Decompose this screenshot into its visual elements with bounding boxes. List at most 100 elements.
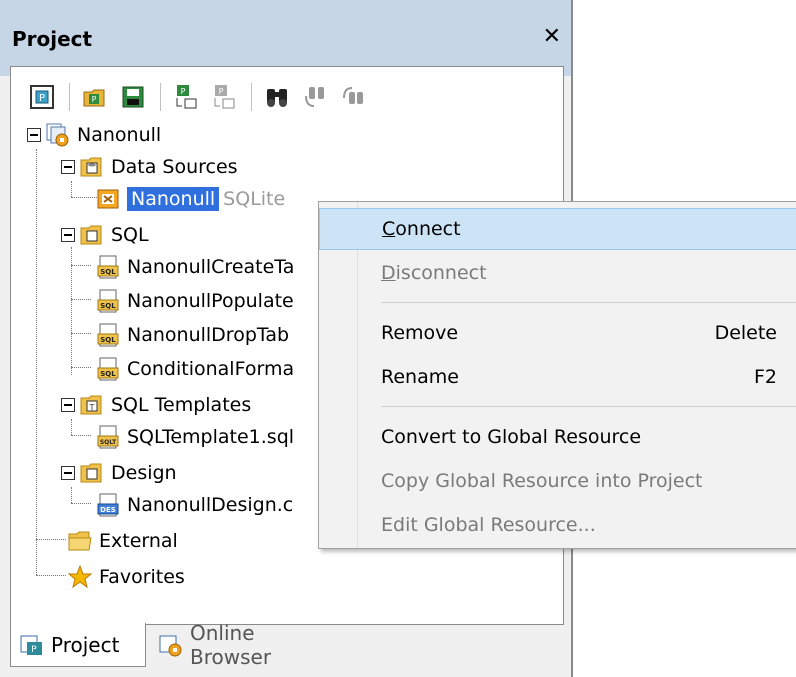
menu-item-copy-global-resource[interactable]: Copy Global Resource into Project [319, 460, 796, 502]
sql-folder-icon [79, 222, 105, 248]
collapse-icon[interactable] [61, 398, 75, 412]
tree-connector [71, 419, 72, 435]
collapse-icon[interactable] [61, 466, 75, 480]
sql-file-icon: SQL [95, 254, 121, 280]
context-menu: Connect Disconnect Remove Delete Rename … [318, 201, 796, 549]
panel-title: Project [12, 27, 93, 51]
design-folder-icon [79, 460, 105, 486]
tree-item-label: SQL Templates [111, 394, 252, 416]
toolbar-separator [251, 83, 252, 111]
tree-item-sql-template-file[interactable]: SQLT SQLTemplate1.sql [95, 421, 294, 453]
tree-connector [71, 299, 91, 300]
star-icon [67, 564, 93, 590]
datasource-type-label: SQLite [223, 188, 286, 210]
tree-item-label: NanonullPopulate [127, 290, 294, 312]
svg-text:SQL: SQL [100, 370, 116, 378]
menu-item-shortcut: F2 [753, 366, 777, 388]
tree-item-sql-file[interactable]: SQL NanonullPopulate [95, 285, 294, 317]
tree-item-external[interactable]: External [67, 525, 178, 557]
tree-item-sql-file[interactable]: SQL NanonullDropTab [95, 319, 289, 351]
menu-item-connect[interactable]: Connect [319, 208, 796, 250]
tab-online-browser[interactable]: Online Browser [150, 621, 279, 669]
data-sources-folder-icon [79, 154, 105, 180]
tree-item-sql-file[interactable]: SQL NanonullCreateTa [95, 251, 294, 283]
menu-item-label: Edit Global Resource... [381, 514, 596, 536]
collapse-icon[interactable] [27, 128, 41, 142]
svg-text:P: P [181, 87, 186, 96]
tab-label: Project [51, 632, 120, 657]
panel-titlebar: Project ✕ [0, 0, 571, 76]
menu-item-label: Remove [381, 322, 459, 344]
tree-item-design-file[interactable]: DES NanonullDesign.c [95, 489, 293, 521]
menu-separator [381, 406, 796, 407]
add-to-project-icon[interactable]: P [171, 82, 201, 112]
svg-text:P: P [219, 87, 224, 96]
remove-from-project-icon[interactable]: P [209, 82, 239, 112]
tree-item-label-selected: Nanonull [127, 187, 220, 211]
tree-connector [36, 575, 66, 576]
tree-connector [36, 149, 37, 575]
tree-item-label: Favorites [99, 566, 185, 588]
tree-item-label: Design [111, 462, 177, 484]
online-browser-tab-icon [158, 632, 184, 658]
svg-text:SQL: SQL [100, 268, 116, 276]
menu-separator [381, 302, 796, 303]
tree-item-root[interactable]: Nanonull [27, 119, 161, 151]
tree-item-datasource-nanonull[interactable]: Nanonull SQLite [95, 183, 285, 215]
tree-item-label: NanonullDropTab [127, 324, 290, 346]
save-project-icon[interactable] [118, 82, 148, 112]
svg-text:T: T [89, 403, 95, 412]
svg-text:P: P [92, 95, 97, 104]
project-tab-icon: P [19, 632, 45, 658]
find-previous-icon[interactable] [338, 82, 368, 112]
tree-item-label: Data Sources [111, 156, 238, 178]
menu-item-label: Rename [381, 366, 459, 388]
menu-item-rename[interactable]: Rename F2 [319, 356, 796, 398]
menu-item-shortcut: Delete [714, 322, 777, 344]
tree-connector [71, 487, 72, 503]
tab-project[interactable]: P Project [10, 623, 146, 667]
tree-connector [71, 503, 91, 504]
menu-item-label: Connect [382, 218, 461, 240]
tree-item-label: NanonullDesign.c [127, 494, 294, 516]
close-icon[interactable]: ✕ [543, 24, 561, 49]
tree-item-sql-file[interactable]: SQL ConditionalForma [95, 353, 294, 385]
tree-connector [71, 247, 72, 375]
tree-item-data-sources[interactable]: Data Sources [61, 151, 238, 183]
tree-connector [71, 265, 91, 266]
svg-text:DES: DES [100, 506, 116, 514]
tree-item-label: ConditionalForma [127, 358, 295, 380]
sql-file-icon: SQL [95, 288, 121, 314]
new-project-icon[interactable]: P [27, 82, 57, 112]
menu-item-label: Convert to Global Resource [381, 426, 642, 448]
open-project-icon[interactable]: P [80, 82, 110, 112]
menu-item-label: Disconnect [381, 262, 487, 284]
find-icon[interactable] [262, 82, 292, 112]
folder-icon [67, 528, 93, 554]
toolbar-separator [69, 83, 70, 111]
svg-text:P: P [31, 645, 37, 655]
menu-item-convert-to-global-resource[interactable]: Convert to Global Resource [319, 416, 796, 458]
menu-item-label: Copy Global Resource into Project [381, 470, 703, 492]
tree-item-design[interactable]: Design [61, 457, 177, 489]
svg-text:SQLT: SQLT [100, 439, 117, 446]
tree-connector [71, 333, 91, 334]
tree-item-sql[interactable]: SQL [61, 219, 149, 251]
svg-text:SQL: SQL [100, 302, 116, 310]
menu-item-edit-global-resource[interactable]: Edit Global Resource... [319, 504, 796, 546]
tree-item-label: SQLTemplate1.sql [127, 426, 295, 448]
project-toolbar: P P P P [27, 79, 376, 115]
menu-item-remove[interactable]: Remove Delete [319, 312, 796, 354]
design-file-icon: DES [95, 492, 121, 518]
tree-item-label: NanonullCreateTa [127, 256, 295, 278]
collapse-icon[interactable] [61, 160, 75, 174]
tree-connector [71, 435, 91, 436]
tree-item-label: Nanonull [77, 124, 162, 146]
collapse-icon[interactable] [61, 228, 75, 242]
menu-item-disconnect[interactable]: Disconnect [319, 252, 796, 294]
tree-item-favorites[interactable]: Favorites [67, 561, 185, 593]
find-next-icon[interactable] [300, 82, 330, 112]
tree-item-label: SQL [111, 224, 149, 246]
tree-connector [71, 181, 72, 197]
tree-item-sql-templates[interactable]: T SQL Templates [61, 389, 251, 421]
